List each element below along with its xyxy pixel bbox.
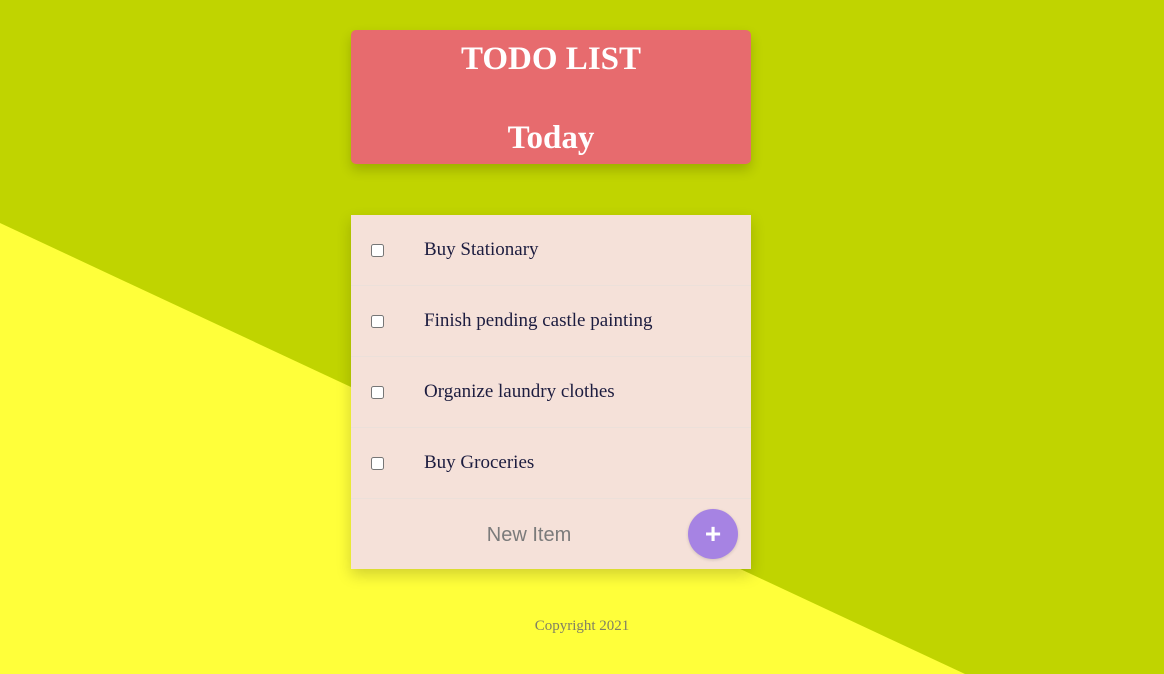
add-item-button[interactable]: +: [688, 509, 738, 559]
item-checkbox[interactable]: [371, 314, 384, 328]
todo-list: Buy Stationary Finish pending castle pai…: [351, 215, 751, 569]
day-heading: Today: [507, 120, 595, 156]
new-item-input[interactable]: [367, 516, 691, 554]
list-item: Organize laundry clothes: [351, 357, 751, 428]
plus-icon: +: [704, 518, 722, 549]
item-label: Buy Stationary: [424, 239, 539, 260]
item-checkbox[interactable]: [371, 243, 384, 257]
item-label: Finish pending castle painting: [424, 310, 653, 331]
item-checkbox[interactable]: [371, 456, 384, 470]
item-label: Organize laundry clothes: [424, 381, 615, 402]
list-item: Finish pending castle painting: [351, 286, 751, 357]
footer-copyright: Copyright 2021: [534, 618, 630, 634]
list-item: Buy Stationary: [351, 215, 751, 286]
header-card: TODO LIST Today: [351, 30, 751, 164]
page-title: TODO LIST: [460, 41, 642, 77]
new-item-row: +: [351, 499, 751, 569]
list-item: Buy Groceries: [351, 428, 751, 499]
item-label: Buy Groceries: [424, 452, 535, 473]
item-checkbox[interactable]: [371, 385, 384, 399]
